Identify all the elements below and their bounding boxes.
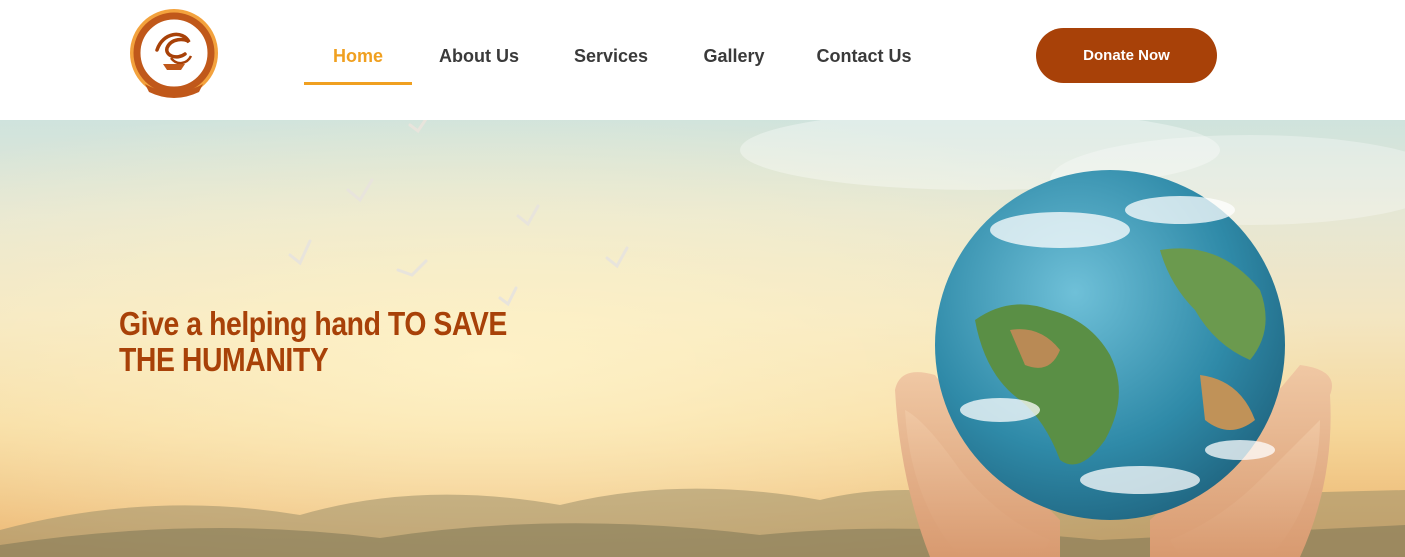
hero-banner: Give a helping hand TO SAVE THE HUMANITY — [0, 120, 1405, 557]
hero-headline-line-1: Give a helping hand TO SAVE — [119, 305, 507, 342]
foundation-emblem-icon — [130, 9, 218, 98]
nav-home[interactable]: Home — [304, 28, 412, 85]
hero-headline-line-2: THE HUMANITY — [119, 341, 329, 378]
nav-gallery[interactable]: Gallery — [676, 28, 792, 85]
hero-headline: Give a helping hand TO SAVE THE HUMANITY — [119, 306, 523, 378]
site-header: Home About Us Services Gallery Contact U… — [0, 0, 1405, 120]
nav-services[interactable]: Services — [546, 28, 676, 85]
nav-about-us[interactable]: About Us — [412, 28, 546, 85]
main-nav: Home About Us Services Gallery Contact U… — [304, 28, 936, 85]
donate-now-button[interactable]: Donate Now — [1036, 28, 1217, 83]
nav-contact-us[interactable]: Contact Us — [792, 28, 936, 85]
foundation-logo[interactable] — [127, 8, 221, 102]
